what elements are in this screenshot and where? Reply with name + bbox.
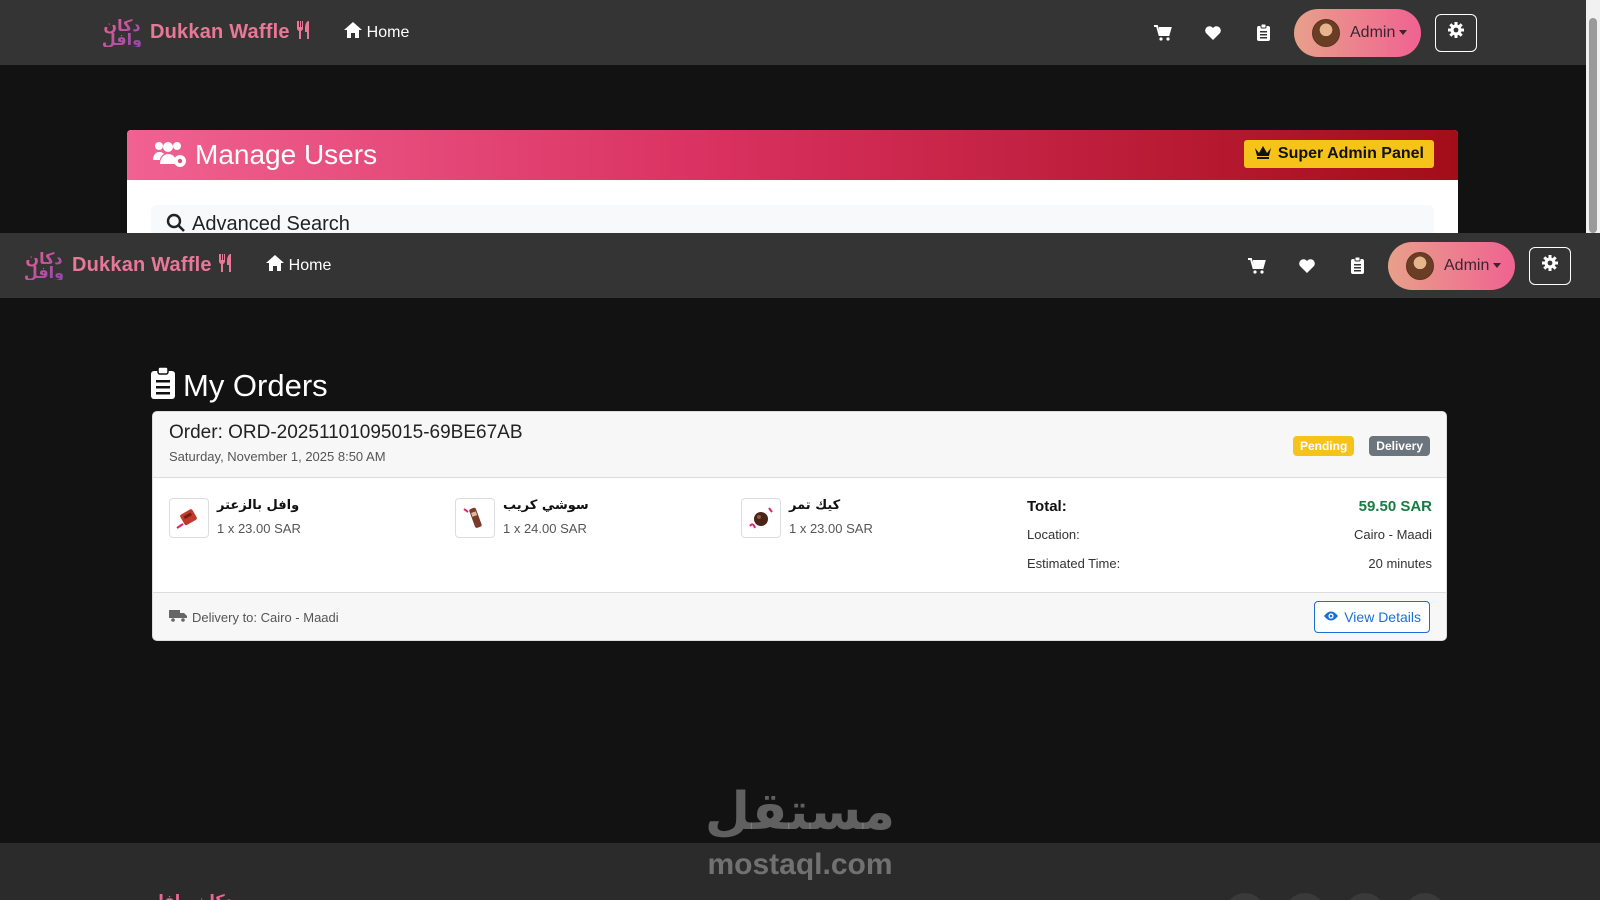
- nav-home-link[interactable]: Home: [265, 254, 332, 277]
- brand-link[interactable]: دكان وافل Dukkan Waffle: [24, 246, 235, 286]
- heart-icon[interactable]: [1282, 246, 1332, 286]
- gear-icon: [1541, 254, 1559, 277]
- utensils-icon: [217, 253, 235, 279]
- social-icon[interactable]: [1225, 893, 1265, 900]
- order-item: كيك تمر 1 x 23.00 SAR: [741, 498, 873, 538]
- crown-icon: [1254, 145, 1278, 164]
- order-summary: Total: 59.50 SAR Location: Cairo - Maadi…: [1027, 498, 1432, 585]
- item-quantity-price: 1 x 24.00 SAR: [503, 521, 587, 536]
- item-quantity-price: 1 x 23.00 SAR: [217, 521, 301, 536]
- eta-value: 20 minutes: [1368, 556, 1432, 571]
- utensils-icon: [295, 20, 313, 46]
- footer-logo: دكان وافل: [150, 891, 233, 900]
- watermark-arabic: مستقل: [704, 782, 896, 842]
- view-details-label: View Details: [1344, 609, 1421, 625]
- manage-users-card: Manage Users Super Admin Panel Advanced …: [127, 130, 1458, 233]
- super-admin-badge-label: Super Admin Panel: [1277, 145, 1424, 162]
- manage-users-title: Manage Users: [195, 139, 378, 170]
- order-card-header: Order: ORD-20251101095015-69BE67AB Satur…: [153, 412, 1446, 478]
- nav-home-link[interactable]: Home: [343, 21, 410, 44]
- heart-icon[interactable]: [1188, 13, 1238, 53]
- clipboard-icon[interactable]: [1332, 246, 1382, 286]
- item-name: سوشي كريب: [503, 498, 589, 513]
- item-quantity-price: 1 x 23.00 SAR: [789, 521, 873, 536]
- page-title: My Orders: [183, 367, 328, 403]
- summary-eta-row: Estimated Time: 20 minutes: [1027, 556, 1432, 585]
- gear-icon: [1447, 21, 1465, 44]
- order-id: Order: ORD-20251101095015-69BE67AB: [169, 422, 523, 443]
- delivery-to-text: Delivery to: Cairo - Maadi: [192, 609, 339, 625]
- chevron-down-icon: [1399, 30, 1408, 35]
- delivery-type-badge: Delivery: [1369, 436, 1430, 456]
- delivery-destination: Delivery to: Cairo - Maadi: [169, 609, 339, 625]
- order-date: Saturday, November 1, 2025 8:50 AM: [169, 449, 386, 464]
- order-card-footer: Delivery to: Cairo - Maadi View Details: [153, 592, 1446, 640]
- watermark-english: mostaql.com: [707, 848, 893, 881]
- avatar: [1406, 251, 1434, 280]
- order-badges: Pending Delivery: [1278, 436, 1430, 456]
- item-thumbnail: [169, 498, 209, 538]
- brand-link[interactable]: دكان وافل Dukkan Waffle: [102, 13, 313, 53]
- social-icon[interactable]: [1285, 893, 1325, 900]
- brand-logo: دكان وافل: [101, 15, 143, 49]
- clipboard-icon[interactable]: [1238, 13, 1288, 53]
- order-card-body: وافل بالزعتر 1 x 23.00 SAR سوشي كريب 1 x…: [153, 478, 1446, 592]
- admin-label: Admin: [1350, 23, 1396, 41]
- page: دكان وافل Dukkan Waffle Home Admin Manag…: [0, 0, 1600, 900]
- advanced-search-panel[interactable]: Advanced Search: [151, 205, 1434, 233]
- main-navbar-actions: Admin: [1232, 241, 1572, 290]
- location-label: Location:: [1027, 527, 1080, 542]
- item-name: كيك تمر: [789, 498, 841, 513]
- total-label: Total:: [1027, 498, 1067, 515]
- cart-icon[interactable]: [1138, 13, 1188, 53]
- main-navbar: دكان وافل Dukkan Waffle Home Admin: [0, 233, 1600, 298]
- super-admin-badge: Super Admin Panel: [1243, 140, 1434, 168]
- item-name: وافل بالزعتر: [217, 498, 300, 513]
- eta-label: Estimated Time:: [1027, 556, 1121, 571]
- eye-icon: [1323, 609, 1344, 625]
- brand-logo: دكان وافل: [23, 248, 65, 282]
- summary-total-row: Total: 59.50 SAR: [1027, 498, 1432, 527]
- my-orders-heading: My Orders: [151, 366, 328, 404]
- settings-button[interactable]: [1529, 246, 1572, 285]
- truck-icon: [169, 609, 192, 625]
- brand-name: Dukkan Waffle: [72, 254, 212, 276]
- item-thumbnail: [741, 498, 781, 538]
- location-value: Cairo - Maadi: [1353, 527, 1432, 542]
- summary-location-row: Location: Cairo - Maadi: [1027, 527, 1432, 556]
- nav-home-label: Home: [288, 256, 332, 274]
- social-icon[interactable]: [1405, 893, 1445, 900]
- item-thumbnail: [455, 498, 495, 538]
- nav-home-label: Home: [366, 23, 410, 41]
- total-value: 59.50 SAR: [1358, 498, 1432, 515]
- advanced-search-label: Advanced Search: [192, 213, 350, 233]
- home-icon: [265, 254, 289, 277]
- brand-name: Dukkan Waffle: [150, 21, 290, 43]
- manage-users-header: Manage Users Super Admin Panel: [127, 130, 1458, 180]
- view-details-button[interactable]: View Details: [1314, 601, 1430, 633]
- scrollbar-thumb[interactable]: [1589, 18, 1597, 233]
- chevron-down-icon: [1493, 263, 1502, 268]
- order-card: Order: ORD-20251101095015-69BE67AB Satur…: [152, 411, 1447, 641]
- order-item: سوشي كريب 1 x 24.00 SAR: [455, 498, 589, 538]
- settings-button[interactable]: [1435, 13, 1478, 52]
- scrollbar[interactable]: [1586, 0, 1600, 233]
- top-navbar-actions: Admin: [1138, 8, 1478, 57]
- social-icon[interactable]: [1345, 893, 1385, 900]
- admin-dropdown[interactable]: Admin: [1388, 241, 1516, 290]
- users-cog-icon: [151, 138, 187, 173]
- admin-dropdown[interactable]: Admin: [1294, 8, 1422, 57]
- status-badge: Pending: [1292, 436, 1355, 456]
- search-icon: [166, 213, 186, 233]
- home-icon: [343, 21, 367, 44]
- top-navbar: دكان وافل Dukkan Waffle Home Admin: [0, 0, 1586, 65]
- admin-label: Admin: [1444, 256, 1490, 274]
- cart-icon[interactable]: [1232, 246, 1282, 286]
- avatar: [1312, 18, 1340, 47]
- order-item: وافل بالزعتر 1 x 23.00 SAR: [169, 498, 301, 538]
- clipboard-list-icon: [151, 366, 175, 404]
